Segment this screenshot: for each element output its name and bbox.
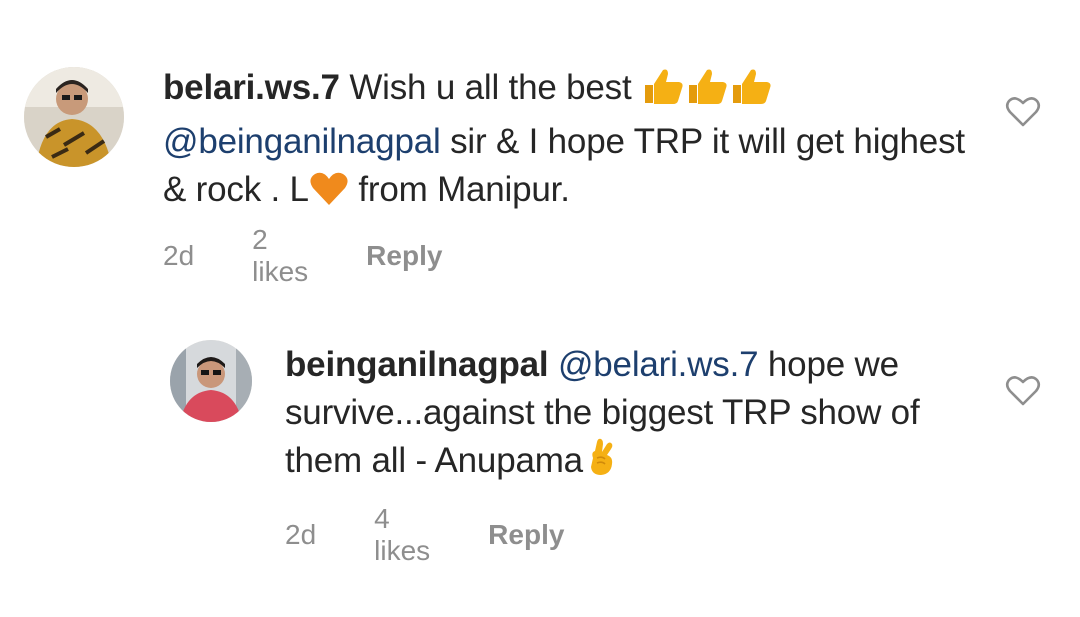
comment-username[interactable]: belari.ws.7	[163, 68, 340, 107]
comment-mention[interactable]: @belari.ws.7	[558, 345, 759, 384]
comment-text: Wish u all the best	[339, 68, 642, 107]
comment-meta: 2d 2 likes Reply	[163, 224, 442, 288]
avatar[interactable]	[24, 67, 124, 167]
comment-age: 2d	[285, 519, 317, 550]
comment-username[interactable]: beinganilnagpal	[285, 345, 549, 384]
comment-likes[interactable]: 4 likes	[374, 503, 430, 567]
thumbs-up-icon	[685, 67, 729, 118]
like-heart-icon[interactable]	[1005, 375, 1041, 407]
comment-body: belari.ws.7 Wish u all the best @beingan…	[163, 64, 993, 220]
reply-button[interactable]: Reply	[366, 240, 442, 272]
orange-heart-icon	[309, 171, 349, 220]
crossed-fingers-icon	[583, 438, 619, 491]
comment-likes[interactable]: 2 likes	[252, 224, 308, 288]
avatar[interactable]	[170, 340, 252, 422]
like-heart-icon[interactable]	[1005, 96, 1041, 128]
thumbs-up-icon	[641, 67, 685, 118]
comment-mention[interactable]: @beinganilnagpal	[163, 122, 441, 161]
comment-age: 2d	[163, 240, 195, 271]
comment-meta: 2d 4 likes Reply	[285, 503, 564, 567]
reply-button[interactable]: Reply	[488, 519, 564, 551]
thumbs-up-icon	[729, 67, 773, 118]
comment-text: from Manipur.	[348, 170, 570, 209]
comment-body: beinganilnagpal @belari.ws.7 hope we sur…	[285, 341, 985, 491]
